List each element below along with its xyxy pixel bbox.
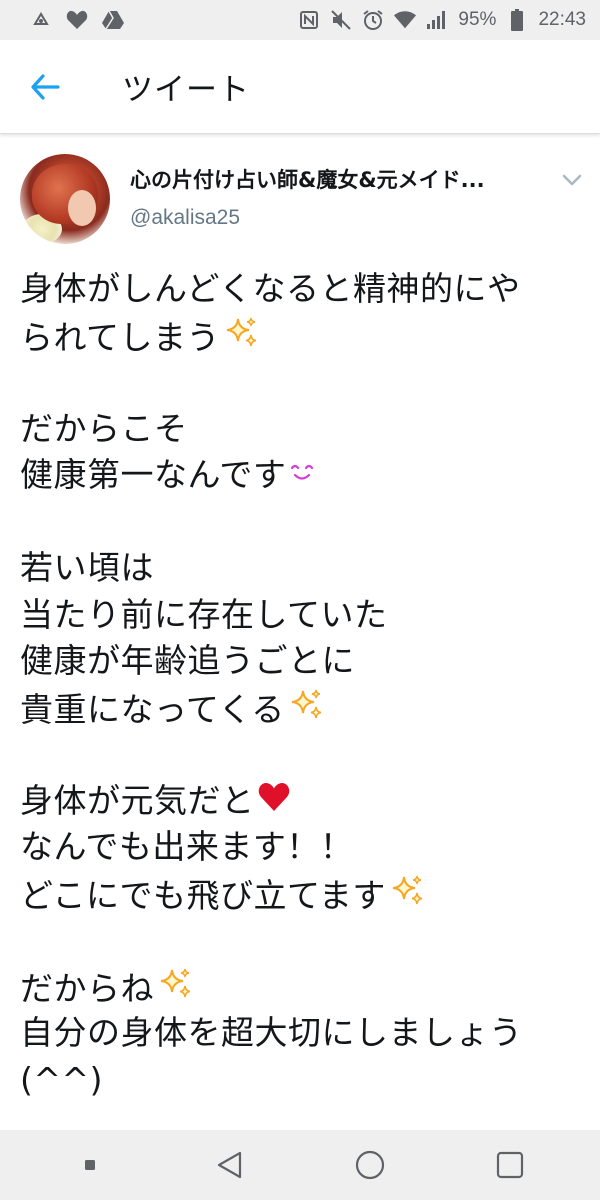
page-title: ツイート [122, 72, 250, 108]
nfc-icon [298, 9, 320, 31]
sparkles-icon [287, 685, 327, 738]
tweet-line: 身体が元気だと [20, 778, 585, 825]
battery-percent: 95% [458, 9, 497, 30]
circle-home-icon [355, 1150, 385, 1180]
status-bar: 95% 22:43 [0, 0, 600, 40]
heart-notification-icon [66, 9, 88, 31]
tweet-line: 身体がしんどくなると精神的にや [20, 269, 521, 308]
tweet-line: だからこそ [20, 408, 188, 448]
nav-overview-button[interactable] [480, 1135, 540, 1195]
sparkles-icon [156, 964, 196, 1017]
notification-app-icon [30, 9, 52, 31]
system-navigation-bar [0, 1130, 600, 1200]
sparkles-icon [222, 313, 262, 366]
sparkles-icon [388, 871, 428, 924]
tweet-line: 健康が年齢追うごとに [20, 641, 355, 680]
tweet-line: られてしまう [20, 313, 585, 360]
clock: 22:43 [538, 9, 586, 30]
battery-icon [506, 9, 528, 31]
tweet-line: なんでも出来ます！！ [20, 827, 354, 866]
square-overview-icon [496, 1151, 524, 1179]
avatar[interactable] [20, 154, 110, 244]
nav-home-button[interactable] [340, 1135, 400, 1195]
tweet-line: 若い頃は [20, 548, 154, 587]
recent-dot-button[interactable] [60, 1135, 120, 1195]
tweet-line: どこにでも飛び立てます [20, 871, 585, 918]
heart-icon [257, 779, 291, 826]
status-bar-left [30, 9, 124, 31]
tweet-options-button[interactable] [558, 166, 586, 194]
nav-back-button[interactable] [200, 1135, 260, 1195]
tweet-header: 心の片付け占い師&魔女&元メイド... @akalisa25 [0, 150, 600, 250]
tweet-line: だからね [20, 964, 585, 1011]
triangle-back-icon [217, 1151, 242, 1179]
arrow-left-icon [31, 73, 60, 100]
status-bar-right: 95% 22:43 [298, 9, 586, 31]
signal-icon [426, 9, 448, 31]
display-name[interactable]: 心の片付け占い師&魔女&元メイド... [130, 164, 540, 194]
tweet-line: 健康第一なんです [20, 452, 585, 499]
app-toolbar: ツイート [0, 40, 600, 134]
tweet-line: 貴重になってくる [20, 685, 585, 732]
back-button[interactable] [0, 40, 90, 134]
user-handle[interactable]: @akalisa25 [130, 206, 240, 230]
tweet-text: 身体がしんどくなると精神的にや られてしまう だからこそ 健康第一なんです 若い… [20, 266, 585, 1103]
mute-icon [330, 9, 352, 31]
drive-icon [102, 9, 124, 31]
chevron-down-icon [562, 174, 582, 186]
smile-icon [288, 453, 318, 500]
tweet-line: 当たり前に存在していた [20, 594, 388, 634]
wifi-icon [394, 9, 417, 31]
alarm-icon [362, 9, 384, 31]
square-dot-icon [85, 1160, 95, 1170]
tweet-line: 自分の身体を超大切にしましょう [20, 1013, 523, 1052]
tweet-line: (^^) [20, 1059, 104, 1099]
